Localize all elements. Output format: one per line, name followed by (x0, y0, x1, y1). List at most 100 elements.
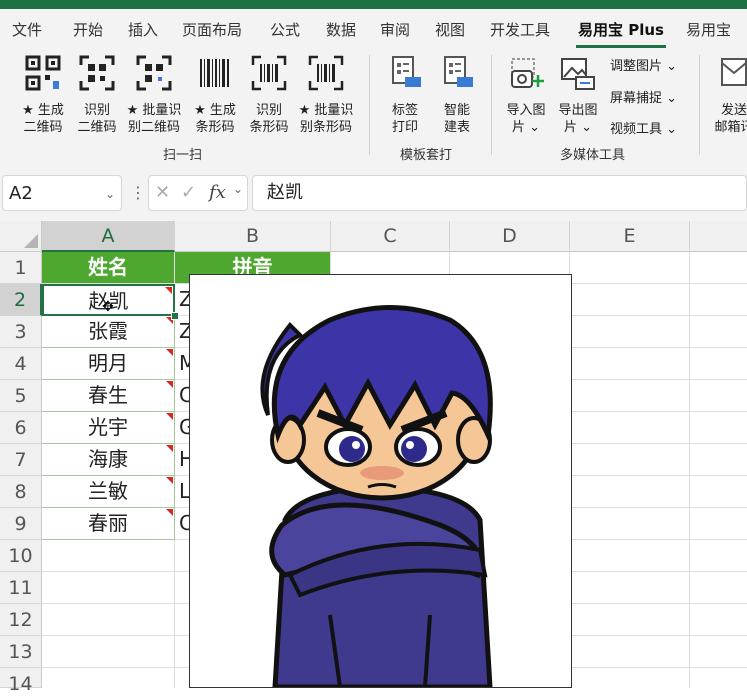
export-image-label-1: 导出图 (558, 103, 598, 118)
row-header[interactable]: 8 (0, 476, 42, 508)
smart-table-label-2: 建表 (443, 120, 470, 135)
comment-indicator (166, 445, 173, 452)
chevron-down-icon[interactable]: ⌄ (233, 182, 243, 196)
tab-formulas[interactable]: 公式 (270, 19, 300, 40)
send-mail-button[interactable]: 发送 邮箱讯 (708, 55, 747, 136)
screen-capture-dropdown[interactable]: 屏幕捕捉 ⌄ (610, 87, 677, 106)
group-label-multimedia: 多媒体工具 (560, 148, 626, 163)
cartoon-character-image (260, 305, 493, 690)
import-image-button[interactable]: 导入图 片 ⌄ (500, 55, 552, 136)
tab-view[interactable]: 视图 (435, 19, 465, 40)
generate-qrcode-label-1: ★ 生成 (22, 103, 64, 118)
generate-qrcode-button[interactable]: ★ 生成 二维码 (16, 55, 70, 136)
tab-data[interactable]: 数据 (326, 19, 356, 40)
row-header[interactable]: 11 (0, 572, 42, 604)
column-header-a[interactable]: A (42, 221, 175, 252)
chevron-down-icon[interactable]: ⌄ (105, 176, 115, 212)
tab-developer[interactable]: 开发工具 (490, 19, 550, 40)
name-box-value: A2 (9, 183, 33, 204)
row-header[interactable]: 3 (0, 316, 42, 348)
video-tools-dropdown[interactable]: 视频工具 ⌄ (610, 118, 677, 137)
formula-controls: ✕ ✓ fx ⌄ (148, 175, 248, 211)
insert-function-button[interactable]: fx (209, 182, 226, 203)
batch-scan-qrcode-button[interactable]: ★ 批量识 别二维码 (124, 55, 184, 136)
cell-a3[interactable]: 张霞 (42, 316, 175, 348)
scan-qrcode-button[interactable]: 识别 二维码 (70, 55, 124, 136)
row-header[interactable]: 10 (0, 540, 42, 572)
row-header[interactable]: 4 (0, 348, 42, 380)
cell-a2[interactable]: 赵凯 ✥ (42, 284, 175, 316)
cell-a8[interactable]: 兰敏 (42, 476, 175, 508)
row-header[interactable]: 13 (0, 636, 42, 668)
cell-a4[interactable]: 明月 (42, 348, 175, 380)
column-header-b[interactable]: B (175, 221, 331, 252)
tab-insert[interactable]: 插入 (128, 19, 158, 40)
group-separator (491, 55, 492, 155)
cell-a7[interactable]: 海康 (42, 444, 175, 476)
tab-easytools-plus[interactable]: 易用宝 Plus (578, 19, 664, 40)
row-header[interactable]: 14 (0, 668, 42, 695)
comment-picture-popup (189, 274, 572, 690)
label-print-button[interactable]: 标签 打印 (380, 55, 430, 136)
cell-value: 春生 (88, 383, 128, 407)
active-tab-indicator (576, 45, 666, 48)
comment-indicator (166, 509, 173, 516)
row-header[interactable]: 2 (0, 284, 42, 316)
smart-table-button[interactable]: 智能 建表 (432, 55, 482, 136)
export-image-button[interactable]: 导出图 片 ⌄ (552, 55, 604, 136)
group-label-scan: 扫一扫 (163, 148, 203, 163)
scan-barcode-label-2: 条形码 (249, 120, 289, 135)
scan-qrcode-label-1: 识别 (83, 103, 110, 118)
formula-input[interactable]: 赵凯 (252, 175, 747, 211)
column-header-f[interactable] (690, 221, 747, 252)
confirm-icon[interactable]: ✓ (181, 182, 196, 203)
adjust-image-dropdown[interactable]: 调整图片 ⌄ (610, 55, 677, 74)
batch-scan-barcode-label-2: 别条形码 (299, 120, 352, 135)
ribbon: ★ 生成 二维码 识别 二维码 ★ 批量识 别二维码 ★ 生成 条形码 识别 条… (0, 49, 747, 169)
send-mail-label-1: 发送 (720, 103, 747, 118)
cell-value: 兰敏 (88, 479, 128, 503)
tab-file[interactable]: 文件 (12, 19, 42, 40)
cell-a6[interactable]: 光宇 (42, 412, 175, 444)
generate-barcode-button[interactable]: ★ 生成 条形码 (188, 55, 242, 136)
title-bar (0, 0, 747, 9)
column-header-d[interactable]: D (450, 221, 570, 252)
tab-easytools[interactable]: 易用宝 (686, 19, 731, 40)
cell-a9[interactable]: 春丽 (42, 508, 175, 540)
qrcode-batch-scan-icon (136, 55, 172, 91)
select-all-corner[interactable] (0, 221, 42, 252)
smart-table-label-1: 智能 (443, 103, 470, 118)
comment-indicator (165, 287, 172, 294)
cell-a5[interactable]: 春生 (42, 380, 175, 412)
row-header[interactable]: 9 (0, 508, 42, 540)
row-header[interactable]: 12 (0, 604, 42, 636)
column-header-e[interactable]: E (570, 221, 690, 252)
comment-indicator (166, 413, 173, 420)
cancel-icon[interactable]: ✕ (155, 182, 170, 203)
tab-home[interactable]: 开始 (73, 19, 103, 40)
more-options-icon[interactable]: ⋮ (130, 183, 146, 202)
name-box[interactable]: A2 ⌄ (2, 175, 122, 211)
tab-page-layout[interactable]: 页面布局 (182, 19, 242, 40)
cell-value: 明月 (88, 351, 128, 375)
row-header[interactable]: 7 (0, 444, 42, 476)
export-image-icon (561, 58, 595, 90)
fill-handle[interactable] (171, 312, 179, 320)
group-separator (699, 55, 700, 155)
cell-value: 海康 (88, 447, 128, 471)
label-print-label-2: 打印 (391, 120, 418, 135)
scan-barcode-button[interactable]: 识别 条形码 (242, 55, 296, 136)
row-header[interactable]: 5 (0, 380, 42, 412)
row-header[interactable]: 1 (0, 252, 42, 284)
cell-a1[interactable]: 姓名 (42, 252, 175, 284)
cell-value: 张霞 (88, 319, 128, 343)
label-print-label-1: 标签 (391, 103, 418, 118)
batch-scan-barcode-button[interactable]: ★ 批量识 别条形码 (296, 55, 356, 136)
qrcode-generate-icon (25, 55, 61, 91)
comment-indicator (166, 477, 173, 484)
tab-review[interactable]: 审阅 (380, 19, 410, 40)
column-header-c[interactable]: C (331, 221, 450, 252)
barcode-scan-icon (251, 55, 287, 91)
menu-bar: 文件 开始 插入 页面布局 公式 数据 审阅 视图 开发工具 易用宝 Plus … (0, 9, 747, 49)
row-header[interactable]: 6 (0, 412, 42, 444)
